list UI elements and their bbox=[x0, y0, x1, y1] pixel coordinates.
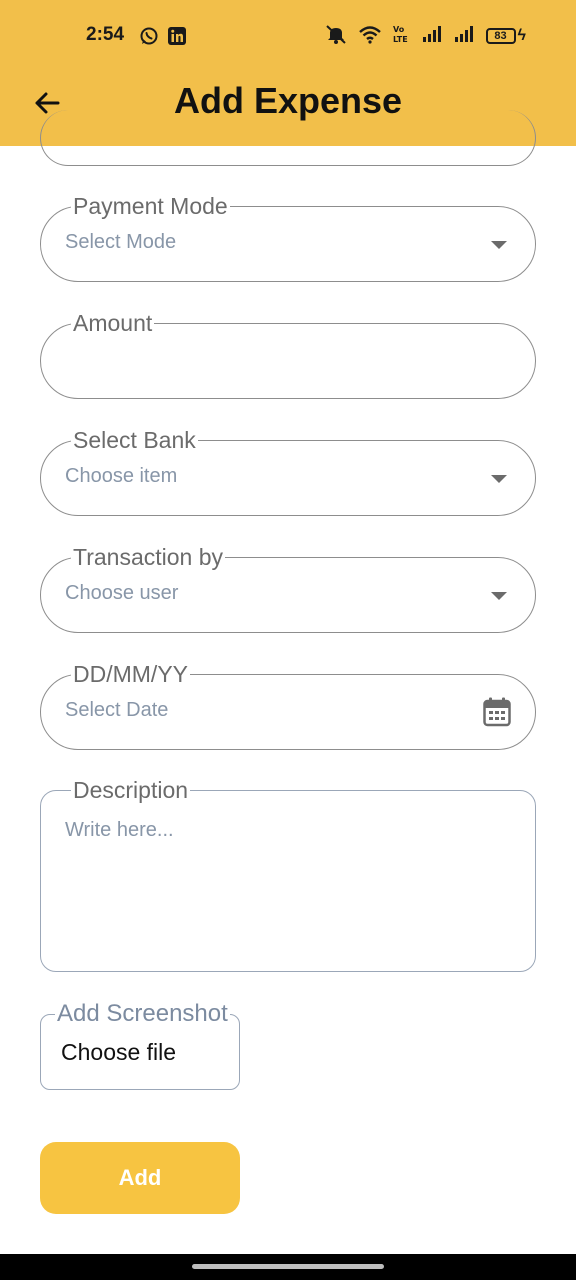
partial-field[interactable] bbox=[40, 110, 536, 166]
chevron-down-icon bbox=[491, 475, 507, 483]
status-time: 2:54 bbox=[86, 24, 125, 45]
bank-dropdown[interactable]: Select Bank Choose item bbox=[40, 426, 536, 516]
chevron-down-icon bbox=[491, 241, 507, 249]
charging-icon: ϟ bbox=[517, 27, 526, 44]
date-placeholder: Select Date bbox=[65, 699, 169, 721]
wifi-icon bbox=[358, 24, 382, 49]
payment-mode-dropdown[interactable]: Payment Mode Select Mode bbox=[40, 192, 536, 282]
transaction-by-placeholder: Choose user bbox=[65, 582, 179, 604]
status-bar: 2:54 Vo LTE 83 ϟ bbox=[0, 0, 576, 72]
volte-icon: Vo LTE bbox=[392, 24, 412, 49]
linkedin-icon bbox=[167, 26, 187, 46]
chevron-down-icon bbox=[491, 592, 507, 600]
description-label: Description bbox=[71, 776, 191, 804]
screenshot-picker[interactable]: Add Screenshot Choose file bbox=[40, 1000, 240, 1090]
bank-label: Select Bank bbox=[71, 426, 198, 454]
date-field[interactable]: DD/MM/YY Select Date bbox=[40, 660, 536, 750]
screenshot-label: Add Screenshot bbox=[55, 1000, 230, 1028]
description-textarea[interactable]: Description Write here... bbox=[40, 776, 536, 972]
amount-label: Amount bbox=[71, 309, 155, 337]
home-indicator[interactable] bbox=[192, 1264, 384, 1269]
bank-placeholder: Choose item bbox=[65, 465, 178, 487]
date-label: DD/MM/YY bbox=[71, 660, 190, 688]
transaction-by-dropdown[interactable]: Transaction by Choose user bbox=[40, 543, 536, 633]
svg-text:LTE: LTE bbox=[393, 35, 408, 44]
description-placeholder: Write here... bbox=[65, 819, 174, 841]
battery-level: 83 bbox=[485, 28, 516, 44]
svg-text:Vo: Vo bbox=[393, 25, 405, 34]
system-nav-bar bbox=[0, 1254, 576, 1280]
transaction-by-label: Transaction by bbox=[71, 543, 225, 571]
payment-mode-label: Payment Mode bbox=[71, 192, 230, 220]
mute-icon bbox=[324, 24, 348, 49]
whatsapp-icon bbox=[139, 26, 159, 46]
calendar-icon[interactable] bbox=[483, 697, 511, 727]
choose-file-button[interactable]: Choose file bbox=[61, 1039, 176, 1066]
status-icons: Vo LTE 83 ϟ bbox=[324, 24, 526, 48]
add-button[interactable]: Add bbox=[40, 1142, 240, 1214]
signal-icon bbox=[422, 25, 444, 48]
payment-mode-placeholder: Select Mode bbox=[65, 231, 177, 253]
battery-icon: 83 ϟ bbox=[485, 27, 526, 45]
signal-icon bbox=[454, 25, 476, 48]
amount-field[interactable]: Amount bbox=[40, 309, 536, 399]
